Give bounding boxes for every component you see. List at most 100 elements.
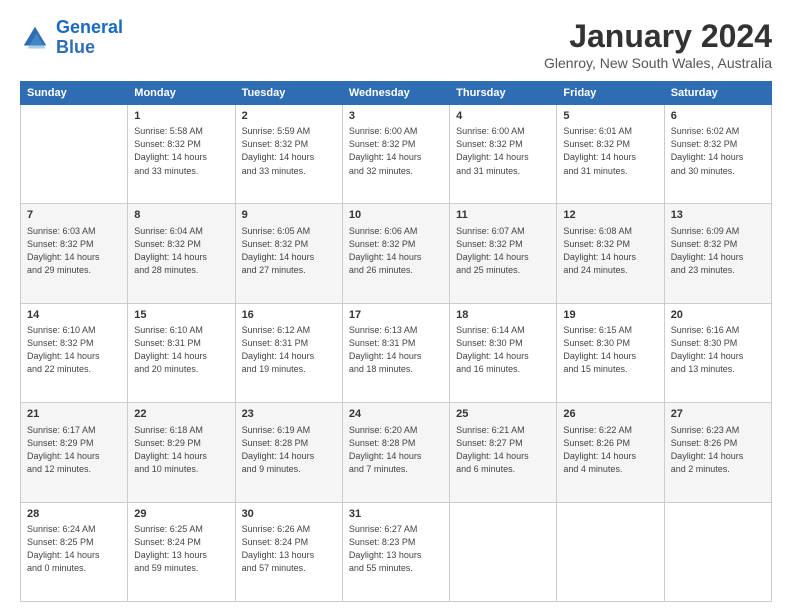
day-number: 12	[563, 208, 657, 223]
day-info: Sunrise: 6:19 AM Sunset: 8:28 PM Dayligh…	[242, 424, 336, 476]
col-friday: Friday	[557, 82, 664, 105]
day-cell: 15Sunrise: 6:10 AM Sunset: 8:31 PM Dayli…	[128, 303, 235, 402]
logo: General Blue	[20, 18, 123, 58]
day-info: Sunrise: 6:09 AM Sunset: 8:32 PM Dayligh…	[671, 225, 765, 277]
col-tuesday: Tuesday	[235, 82, 342, 105]
logo-icon	[20, 23, 50, 53]
day-info: Sunrise: 6:15 AM Sunset: 8:30 PM Dayligh…	[563, 324, 657, 376]
day-number: 11	[456, 208, 550, 223]
day-cell: 12Sunrise: 6:08 AM Sunset: 8:32 PM Dayli…	[557, 204, 664, 303]
calendar-table: Sunday Monday Tuesday Wednesday Thursday…	[20, 81, 772, 602]
day-cell: 25 Sunrise: 6:21 AM Sunset: 8:27 PM Dayli…	[450, 403, 557, 502]
day-cell: 27Sunrise: 6:23 AM Sunset: 8:26 PM Dayli…	[664, 403, 771, 502]
week-row-4: 21Sunrise: 6:17 AM Sunset: 8:29 PM Dayli…	[21, 403, 772, 502]
day-cell: 1Sunrise: 5:58 AM Sunset: 8:32 PM Daylig…	[128, 105, 235, 204]
day-cell: 26 Sunrise: 6:22 AM Sunset: 8:26 PM Dayli…	[557, 403, 664, 502]
day-cell: 11 Sunrise: 6:07 AM Sunset: 8:32 PM Dayli…	[450, 204, 557, 303]
day-info: Sunrise: 6:24 AM Sunset: 8:25 PM Dayligh…	[27, 523, 121, 575]
day-info: Sunrise: 6:23 AM Sunset: 8:26 PM Dayligh…	[671, 424, 765, 476]
day-number: 21	[27, 407, 121, 422]
day-info: Sunrise: 6:10 AM Sunset: 8:32 PM Dayligh…	[27, 324, 121, 376]
day-cell: 28Sunrise: 6:24 AM Sunset: 8:25 PM Dayli…	[21, 502, 128, 601]
day-info: Sunrise: 6:12 AM Sunset: 8:31 PM Dayligh…	[242, 324, 336, 376]
logo-line1: General	[56, 17, 123, 37]
day-info: Sunrise: 6:16 AM Sunset: 8:30 PM Dayligh…	[671, 324, 765, 376]
day-info: Sunrise: 6:25 AM Sunset: 8:24 PM Dayligh…	[134, 523, 228, 575]
day-info: Sunrise: 6:00 AM Sunset: 8:32 PM Dayligh…	[349, 125, 443, 177]
day-info: Sunrise: 6:27 AM Sunset: 8:23 PM Dayligh…	[349, 523, 443, 575]
day-cell: 19Sunrise: 6:15 AM Sunset: 8:30 PM Dayli…	[557, 303, 664, 402]
day-info: Sunrise: 6:20 AM Sunset: 8:28 PM Dayligh…	[349, 424, 443, 476]
day-number: 16	[242, 308, 336, 323]
day-info: Sunrise: 6:00 AM Sunset: 8:32 PM Dayligh…	[456, 125, 550, 177]
subtitle: Glenroy, New South Wales, Australia	[544, 55, 772, 71]
day-cell: 30Sunrise: 6:26 AM Sunset: 8:24 PM Dayli…	[235, 502, 342, 601]
calendar-page: General Blue January 2024 Glenroy, New S…	[0, 0, 792, 612]
col-monday: Monday	[128, 82, 235, 105]
day-number: 28	[27, 507, 121, 522]
day-info: Sunrise: 6:26 AM Sunset: 8:24 PM Dayligh…	[242, 523, 336, 575]
day-cell: 21Sunrise: 6:17 AM Sunset: 8:29 PM Dayli…	[21, 403, 128, 502]
day-info: Sunrise: 6:02 AM Sunset: 8:32 PM Dayligh…	[671, 125, 765, 177]
day-cell: 9Sunrise: 6:05 AM Sunset: 8:32 PM Daylig…	[235, 204, 342, 303]
col-thursday: Thursday	[450, 82, 557, 105]
day-cell: 17Sunrise: 6:13 AM Sunset: 8:31 PM Dayli…	[342, 303, 449, 402]
day-cell: 6Sunrise: 6:02 AM Sunset: 8:32 PM Daylig…	[664, 105, 771, 204]
day-info: Sunrise: 6:03 AM Sunset: 8:32 PM Dayligh…	[27, 225, 121, 277]
day-cell: 8 Sunrise: 6:04 AM Sunset: 8:32 PM Daylig…	[128, 204, 235, 303]
day-number: 7	[27, 208, 121, 223]
day-number: 6	[671, 109, 765, 124]
day-number: 2	[242, 109, 336, 124]
header: General Blue January 2024 Glenroy, New S…	[20, 18, 772, 71]
day-cell: 5Sunrise: 6:01 AM Sunset: 8:32 PM Daylig…	[557, 105, 664, 204]
day-number: 14	[27, 308, 121, 323]
day-info: Sunrise: 6:14 AM Sunset: 8:30 PM Dayligh…	[456, 324, 550, 376]
col-saturday: Saturday	[664, 82, 771, 105]
day-number: 24	[349, 407, 443, 422]
day-number: 15	[134, 308, 228, 323]
day-number: 13	[671, 208, 765, 223]
day-cell	[450, 502, 557, 601]
day-cell: 13 Sunrise: 6:09 AM Sunset: 8:32 PM Dayli…	[664, 204, 771, 303]
week-row-1: 1Sunrise: 5:58 AM Sunset: 8:32 PM Daylig…	[21, 105, 772, 204]
day-cell: 23 Sunrise: 6:19 AM Sunset: 8:28 PM Dayli…	[235, 403, 342, 502]
header-row: Sunday Monday Tuesday Wednesday Thursday…	[21, 82, 772, 105]
day-info: Sunrise: 6:13 AM Sunset: 8:31 PM Dayligh…	[349, 324, 443, 376]
day-info: Sunrise: 5:59 AM Sunset: 8:32 PM Dayligh…	[242, 125, 336, 177]
day-info: Sunrise: 6:01 AM Sunset: 8:32 PM Dayligh…	[563, 125, 657, 177]
day-number: 29	[134, 507, 228, 522]
day-info: Sunrise: 6:18 AM Sunset: 8:29 PM Dayligh…	[134, 424, 228, 476]
day-number: 30	[242, 507, 336, 522]
day-number: 18	[456, 308, 550, 323]
day-cell: 4Sunrise: 6:00 AM Sunset: 8:32 PM Daylig…	[450, 105, 557, 204]
day-info: Sunrise: 6:07 AM Sunset: 8:32 PM Dayligh…	[456, 225, 550, 277]
logo-line2: Blue	[56, 37, 95, 57]
day-number: 17	[349, 308, 443, 323]
day-info: Sunrise: 6:05 AM Sunset: 8:32 PM Dayligh…	[242, 225, 336, 277]
week-row-2: 7 Sunrise: 6:03 AM Sunset: 8:32 PM Daylig…	[21, 204, 772, 303]
day-info: Sunrise: 6:21 AM Sunset: 8:27 PM Dayligh…	[456, 424, 550, 476]
day-info: Sunrise: 6:04 AM Sunset: 8:32 PM Dayligh…	[134, 225, 228, 277]
day-cell: 18Sunrise: 6:14 AM Sunset: 8:30 PM Dayli…	[450, 303, 557, 402]
day-info: Sunrise: 5:58 AM Sunset: 8:32 PM Dayligh…	[134, 125, 228, 177]
day-cell	[664, 502, 771, 601]
day-number: 23	[242, 407, 336, 422]
day-cell: 14Sunrise: 6:10 AM Sunset: 8:32 PM Dayli…	[21, 303, 128, 402]
day-cell: 7 Sunrise: 6:03 AM Sunset: 8:32 PM Daylig…	[21, 204, 128, 303]
day-cell: 22Sunrise: 6:18 AM Sunset: 8:29 PM Dayli…	[128, 403, 235, 502]
day-info: Sunrise: 6:22 AM Sunset: 8:26 PM Dayligh…	[563, 424, 657, 476]
day-number: 1	[134, 109, 228, 124]
day-cell	[21, 105, 128, 204]
day-number: 8	[134, 208, 228, 223]
day-cell: 10Sunrise: 6:06 AM Sunset: 8:32 PM Dayli…	[342, 204, 449, 303]
logo-text: General Blue	[56, 18, 123, 58]
day-cell: 31Sunrise: 6:27 AM Sunset: 8:23 PM Dayli…	[342, 502, 449, 601]
day-number: 20	[671, 308, 765, 323]
day-number: 3	[349, 109, 443, 124]
day-number: 25	[456, 407, 550, 422]
day-info: Sunrise: 6:06 AM Sunset: 8:32 PM Dayligh…	[349, 225, 443, 277]
day-cell: 16Sunrise: 6:12 AM Sunset: 8:31 PM Dayli…	[235, 303, 342, 402]
day-number: 26	[563, 407, 657, 422]
day-cell	[557, 502, 664, 601]
main-title: January 2024	[544, 18, 772, 55]
